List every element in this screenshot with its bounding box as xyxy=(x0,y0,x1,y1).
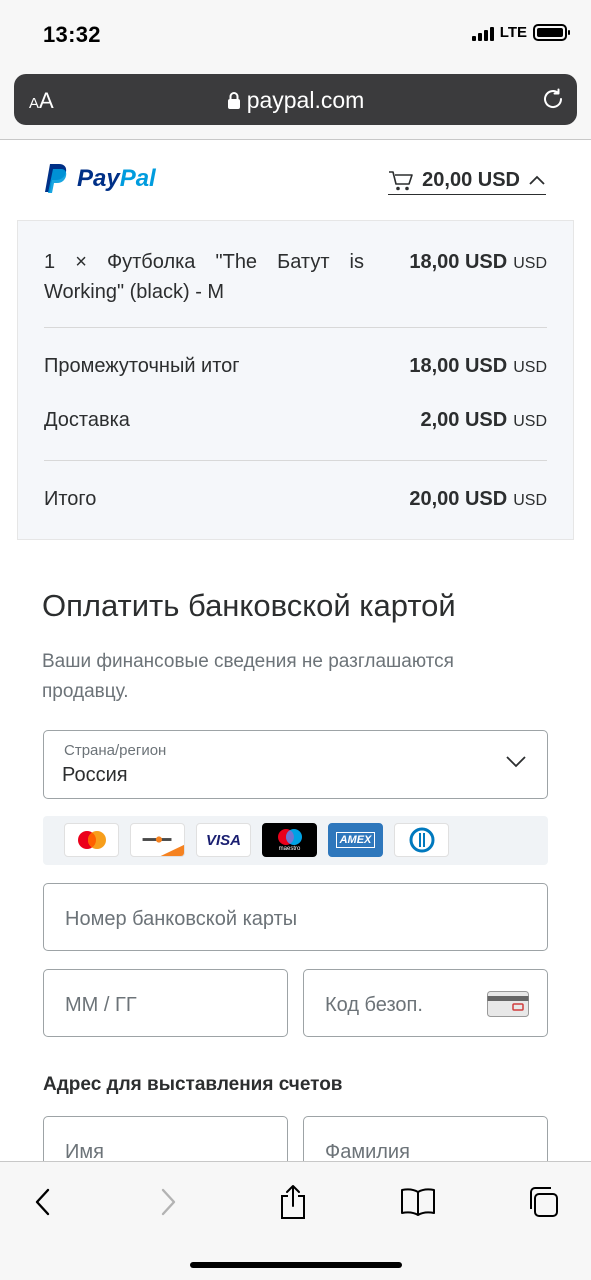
forward-button[interactable] xyxy=(151,1184,187,1220)
order-summary: 1 × Футболка "The Батут is Working" (bla… xyxy=(17,220,574,540)
total-row: Итого 20,00 USD USD xyxy=(44,488,547,511)
bookmarks-button[interactable] xyxy=(400,1184,436,1220)
tabs-button[interactable] xyxy=(525,1184,561,1220)
card-number-placeholder: Номер банковской карты xyxy=(65,908,298,930)
country-label: Страна/регион xyxy=(64,742,167,759)
status-bar: 13:32 LTE xyxy=(0,0,591,64)
expiry-field[interactable]: ММ / ГГ xyxy=(43,969,288,1037)
cart-total-toggle[interactable]: 20,00 USD xyxy=(388,169,546,195)
subtotal-row: Промежуточный итог 18,00 USD USD xyxy=(44,355,547,378)
network-type: LTE xyxy=(499,24,527,41)
back-button[interactable] xyxy=(24,1184,60,1220)
divider xyxy=(44,460,547,461)
item-amount: 18,00 USD USD xyxy=(409,251,547,273)
item-name: 1 × Футболка "The Батут is Working" (bla… xyxy=(44,251,364,303)
share-icon xyxy=(281,1185,305,1219)
subtotal-label: Промежуточный итог xyxy=(44,355,240,377)
amex-icon: AMEX xyxy=(328,823,383,857)
status-indicators: LTE xyxy=(471,24,570,41)
accepted-cards: VISA maestro AMEX xyxy=(43,816,548,865)
chevron-up-icon xyxy=(529,175,545,185)
discover-card-icon xyxy=(130,823,185,857)
reload-icon[interactable] xyxy=(541,87,565,116)
book-icon xyxy=(401,1188,435,1216)
line-item: 1 × Футболка "The Батут is Working" (bla… xyxy=(44,247,547,307)
paypal-p-icon xyxy=(45,164,67,193)
divider xyxy=(44,327,547,328)
total-amount: 20,00 USD USD xyxy=(409,488,547,510)
page-title: Оплатить банковской картой xyxy=(42,588,456,623)
total-label: Итого xyxy=(44,488,97,510)
paypal-logo: PayPal xyxy=(43,163,156,194)
home-indicator xyxy=(190,1262,402,1268)
cvv-field[interactable]: Код безоп. xyxy=(303,969,548,1037)
shipping-label: Доставка xyxy=(44,409,130,431)
privacy-note: Ваши финансовые сведения не разглашаются… xyxy=(42,651,454,702)
subtotal-amount: 18,00 USD USD xyxy=(409,355,547,377)
billing-address-title: Адрес для выставления счетов xyxy=(43,1074,343,1095)
battery-icon xyxy=(533,24,570,41)
paypal-header: PayPal 20,00 USD xyxy=(0,141,591,221)
maestro-icon: maestro xyxy=(262,823,317,857)
tabs-icon xyxy=(530,1187,558,1217)
cart-total-amount: 20,00 USD xyxy=(422,169,520,191)
shipping-row: Доставка 2,00 USD USD xyxy=(44,409,547,432)
browser-address-area: AA paypal.com xyxy=(0,64,591,140)
url-text: paypal.com xyxy=(246,87,365,113)
cvv-placeholder: Код безоп. xyxy=(325,994,423,1016)
lock-icon xyxy=(227,89,241,116)
visa-icon: VISA xyxy=(196,823,251,857)
cart-icon xyxy=(389,170,413,190)
mastercard-icon xyxy=(64,823,119,857)
chevron-down-icon xyxy=(506,756,526,768)
chevron-right-icon xyxy=(161,1188,176,1216)
country-value: Россия xyxy=(62,764,128,786)
shipping-amount: 2,00 USD USD xyxy=(420,409,548,431)
chevron-left-icon xyxy=(35,1188,50,1216)
status-time: 13:32 xyxy=(43,22,101,47)
expiry-placeholder: ММ / ГГ xyxy=(65,994,137,1016)
share-button[interactable] xyxy=(275,1184,311,1220)
signal-icon xyxy=(471,25,494,41)
credit-card-back-icon xyxy=(487,991,529,1017)
country-select[interactable]: Страна/регион Россия xyxy=(43,730,548,799)
paypal-wordmark: PayPal xyxy=(77,164,156,192)
address-bar[interactable]: AA paypal.com xyxy=(14,74,577,125)
card-number-field[interactable]: Номер банковской карты xyxy=(43,883,548,951)
url-display[interactable]: paypal.com xyxy=(14,87,577,116)
diners-club-icon xyxy=(394,823,449,857)
